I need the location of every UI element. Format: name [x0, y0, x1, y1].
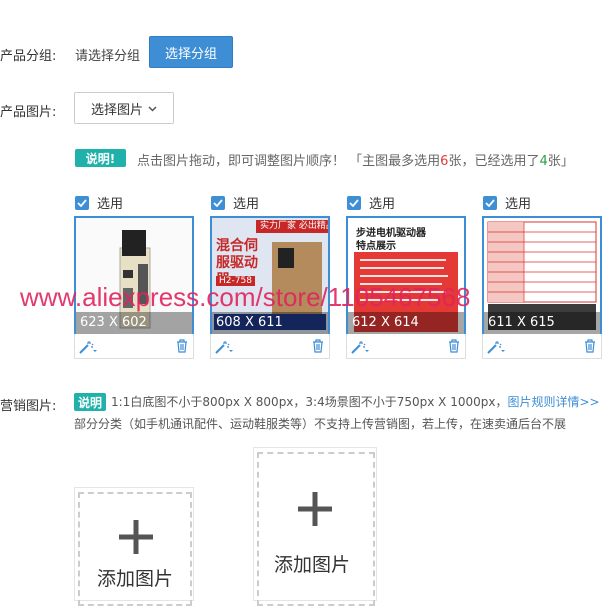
thumb-checkbox-2[interactable]: 选用 — [211, 193, 259, 212]
select-images-dropdown[interactable]: 选择图片 — [74, 92, 174, 124]
banner-text: 实力厂家 必出精品 — [256, 220, 328, 233]
check-label: 选用 — [97, 197, 124, 212]
size-label: 611 X 615 — [484, 312, 600, 334]
checkbox-checked-icon — [211, 195, 225, 210]
magic-wand-icon[interactable] — [79, 339, 97, 358]
size-label: 608 X 611 — [212, 312, 328, 334]
checkbox-checked-icon — [75, 195, 89, 210]
add-image-card-1[interactable]: 添加图片 — [74, 487, 194, 606]
checkbox-checked-icon — [347, 195, 361, 210]
thumb-checkbox-3[interactable]: 选用 — [347, 193, 395, 212]
thumb-toolbar-1 — [74, 334, 194, 359]
trash-icon[interactable] — [176, 338, 188, 357]
thumb-checkbox-1[interactable]: 选用 — [75, 193, 123, 212]
note-text: 点击图片拖动，即可调整图片顺序！ 「主图最多选用6张，已经选用了4张」 — [137, 150, 574, 169]
plus-icon — [296, 490, 334, 532]
check-label: 选用 — [505, 197, 532, 212]
store-watermark: www.aliexpress.com/store/1105467568 — [20, 282, 471, 312]
add-image-card-2[interactable]: 添加图片 — [253, 447, 377, 606]
note-drag-text: 点击图片拖动，即可调整图片顺序！ — [137, 154, 346, 169]
marketing-size-text: 1:1白底图不小于800px X 800px，3:4场景图不小于750px X … — [111, 395, 508, 409]
note-suffix: 张」 — [547, 154, 574, 169]
note-selected-count: 4 — [539, 154, 548, 169]
thumb-checkbox-4[interactable]: 选用 — [483, 193, 531, 212]
thumbnail-3[interactable]: 步进电机驱动器 特点展示 612 X 614 — [346, 216, 466, 336]
dropdown-label: 选择图片 — [90, 102, 143, 118]
trash-icon[interactable] — [584, 338, 596, 357]
thumbnail-2[interactable]: 实力厂家 必出精品 混合伺服驱动器 H2-758 608 X 611 — [210, 216, 330, 336]
add-image-label: 添加图片 — [274, 554, 351, 576]
plus-icon — [117, 518, 155, 560]
group-placeholder: 请选择分组 — [75, 49, 141, 64]
magic-wand-icon[interactable] — [351, 339, 369, 358]
note-tag: 说明! — [75, 149, 126, 167]
magic-wand-icon[interactable] — [487, 339, 505, 358]
image-rules-link[interactable]: 图片规则详情>> — [507, 395, 599, 409]
magic-wand-icon[interactable] — [215, 339, 233, 358]
thumb-toolbar-4 — [482, 334, 602, 359]
check-label: 选用 — [233, 197, 260, 212]
check-label: 选用 — [369, 197, 396, 212]
size-label: 623 X 602 — [76, 312, 192, 334]
chevron-down-icon — [148, 101, 157, 116]
marketing-restriction-text: 部分分类（如手机通讯配件、运动鞋服类等）不支持上传营销图，若上传，在速卖通后台不… — [74, 417, 567, 431]
product-images-label: 产品图片: — [0, 105, 57, 120]
note-max-prefix: 「主图最多选用 — [349, 154, 441, 169]
marketing-images-label: 营销图片: — [0, 399, 57, 414]
marketing-tag: 说明 — [74, 393, 106, 411]
select-group-button[interactable]: 选择分组 — [149, 36, 233, 68]
checkbox-checked-icon — [483, 195, 497, 210]
note-selected-prefix: 张，已经选用了 — [448, 154, 540, 169]
add-image-label: 添加图片 — [97, 568, 174, 590]
thumbnail-1[interactable]: 623 X 602 — [74, 216, 194, 336]
trash-icon[interactable] — [448, 338, 460, 357]
trash-icon[interactable] — [312, 338, 324, 357]
thumbnail-4[interactable]: 611 X 615 — [482, 216, 602, 336]
product-group-label: 产品分组: — [0, 49, 57, 64]
thumb-toolbar-2 — [210, 334, 330, 359]
marketing-rule-text: 1:1白底图不小于800px X 800px，3:4场景图不小于750px X … — [111, 393, 600, 410]
size-label: 612 X 614 — [348, 312, 464, 334]
thumb-toolbar-3 — [346, 334, 466, 359]
